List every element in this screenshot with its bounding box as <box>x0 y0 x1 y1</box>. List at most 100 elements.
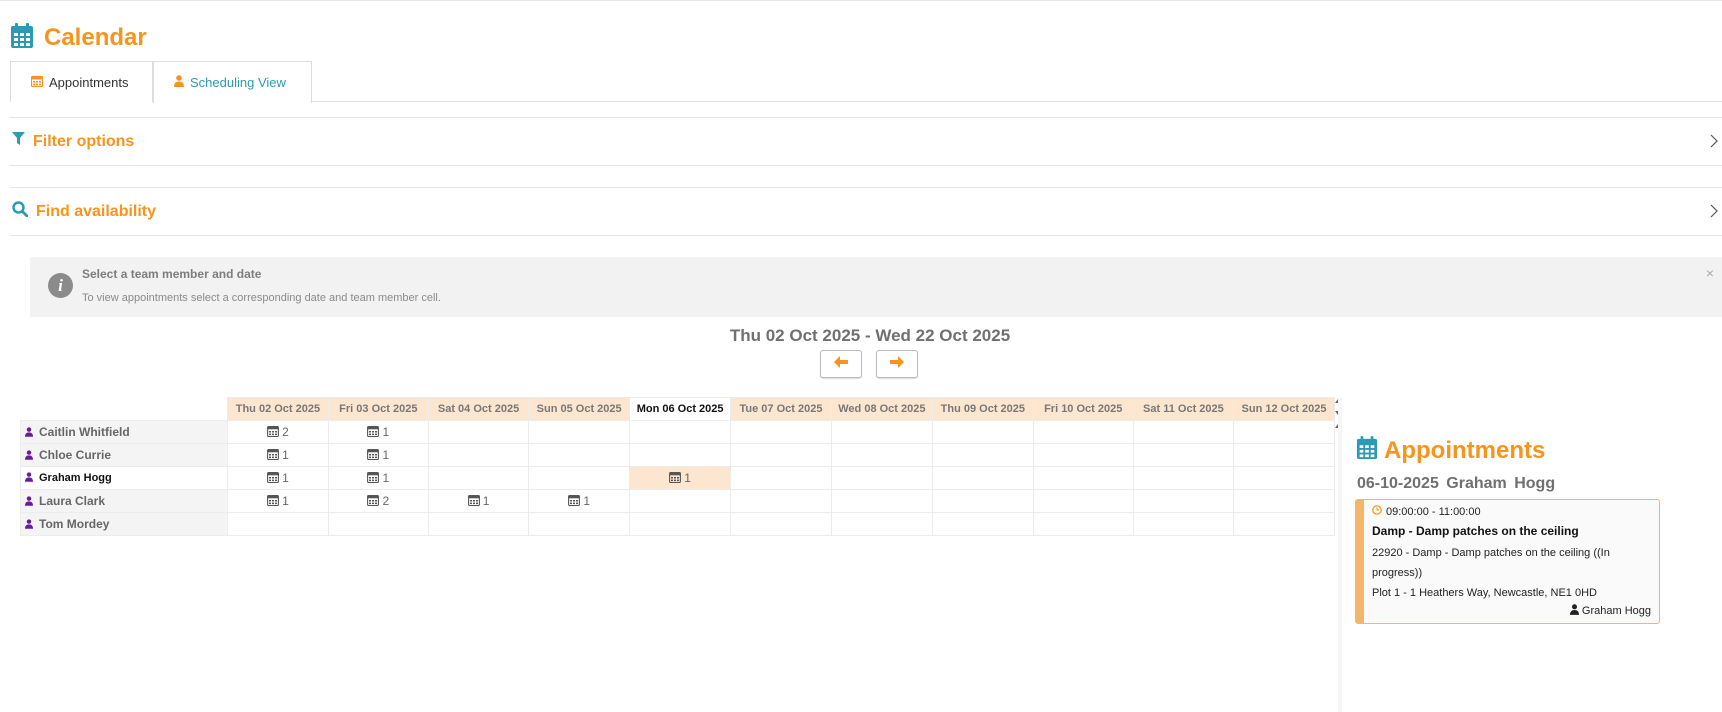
schedule-cell[interactable] <box>1032 466 1134 490</box>
schedule-cell[interactable] <box>931 466 1034 490</box>
schedule-cell[interactable] <box>1233 466 1335 490</box>
schedule-cell[interactable] <box>528 420 631 444</box>
tab-appointments[interactable]: Appointments <box>10 61 153 102</box>
schedule-cell[interactable] <box>1233 489 1335 513</box>
schedule-cell[interactable] <box>629 420 732 444</box>
schedule-cell[interactable]: 1 <box>528 489 631 513</box>
schedule-cell[interactable]: 2 <box>327 489 429 513</box>
chevron-right-icon <box>1710 134 1718 153</box>
grid-corner <box>21 398 228 421</box>
schedule-cell[interactable] <box>1233 443 1335 467</box>
schedule-cell[interactable] <box>427 512 530 536</box>
schedule-cell[interactable] <box>427 443 530 467</box>
person-icon <box>174 75 184 90</box>
schedule-cell[interactable]: 1 <box>227 443 329 467</box>
day-header: Mon 06 Oct 2025 <box>629 397 732 421</box>
schedule-cell[interactable] <box>528 512 631 536</box>
schedule-cell[interactable] <box>931 512 1034 536</box>
team-member-row: Laura Clark 1 2 1 1 <box>20 489 1335 513</box>
scheduler-grid: Thu 02 Oct 2025 Fri 03 Oct 2025 Sat 04 Oct… <box>20 397 1335 537</box>
appointment-count-value: 1 <box>282 494 289 508</box>
schedule-cell[interactable]: 1 <box>227 489 329 513</box>
appointment-count: 1 <box>568 494 590 509</box>
schedule-cell[interactable] <box>830 466 933 490</box>
schedule-cell[interactable] <box>629 512 732 536</box>
schedule-cell[interactable] <box>730 466 832 490</box>
appointment-count: 1 <box>669 471 691 486</box>
schedule-cell[interactable] <box>427 466 530 490</box>
top-border <box>0 0 1722 1</box>
team-member-name[interactable]: Caitlin Whitfield <box>20 420 229 444</box>
schedule-cell[interactable] <box>730 443 832 467</box>
day-header: Fri 03 Oct 2025 <box>327 397 429 421</box>
date-range-title: Thu 02 Oct 2025 - Wed 22 Oct 2025 <box>729 326 1011 345</box>
schedule-cell[interactable] <box>830 489 933 513</box>
schedule-cell[interactable] <box>1132 420 1235 444</box>
tab-scheduling-view[interactable]: Scheduling View <box>153 61 312 103</box>
schedule-cell[interactable] <box>830 420 933 444</box>
appointment-card[interactable]: 09:00:00 - 11:00:00 Damp - Damp patches … <box>1355 499 1660 624</box>
appointment-description: 22920 - Damp - Damp patches on the ceili… <box>1372 547 1610 579</box>
calendar-icon <box>267 471 280 486</box>
schedule-cell[interactable] <box>1233 420 1335 444</box>
day-header: Sun 05 Oct 2025 <box>528 397 631 421</box>
appointment-count-value: 1 <box>282 448 289 462</box>
schedule-cell[interactable] <box>629 443 732 467</box>
calendar-icon <box>568 494 581 509</box>
schedule-cell[interactable] <box>1032 489 1134 513</box>
schedule-cell[interactable]: 1 <box>327 466 429 490</box>
schedule-cell[interactable]: 1 <box>327 420 429 444</box>
find-availability-panel[interactable]: Find availability <box>10 187 1722 236</box>
schedule-cell[interactable] <box>1032 443 1134 467</box>
panel-divider <box>1338 398 1342 712</box>
schedule-cell[interactable] <box>528 466 631 490</box>
person-icon <box>25 471 33 485</box>
schedule-cell[interactable]: 1 <box>227 466 329 490</box>
schedule-cell[interactable]: 1 <box>327 443 429 467</box>
next-period-button[interactable] <box>876 350 918 378</box>
close-icon[interactable]: × <box>1706 265 1714 281</box>
team-member-name[interactable]: Graham Hogg <box>20 466 229 490</box>
schedule-cell[interactable] <box>227 512 329 536</box>
schedule-cell[interactable] <box>427 420 530 444</box>
schedule-cell[interactable] <box>1032 420 1134 444</box>
schedule-cell[interactable] <box>1032 512 1134 536</box>
schedule-cell[interactable] <box>931 420 1034 444</box>
schedule-cell[interactable]: 2 <box>227 420 329 444</box>
day-header: Thu 02 Oct 2025 <box>227 397 329 421</box>
filter-icon <box>12 132 25 151</box>
schedule-cell[interactable] <box>931 443 1034 467</box>
schedule-cell[interactable] <box>1132 489 1235 513</box>
schedule-cell[interactable] <box>730 489 832 513</box>
team-member-name[interactable]: Laura Clark <box>20 489 229 513</box>
appointment-owner-name: Graham Hogg <box>1581 605 1651 617</box>
info-alert: i Select a team member and date To view … <box>30 257 1722 317</box>
schedule-cell[interactable] <box>830 512 933 536</box>
schedule-cell[interactable] <box>327 512 429 536</box>
schedule-cell[interactable] <box>730 420 832 444</box>
appointment-count-value: 1 <box>684 471 691 485</box>
appointment-count-value: 2 <box>282 425 289 439</box>
schedule-cell[interactable] <box>629 489 732 513</box>
schedule-cell[interactable] <box>830 443 933 467</box>
calendar-icon <box>367 494 380 509</box>
person-icon <box>25 495 33 509</box>
appointment-count-value: 2 <box>382 494 390 508</box>
schedule-cell[interactable] <box>730 512 832 536</box>
schedule-cell[interactable] <box>1132 512 1235 536</box>
team-member-name[interactable]: Chloe Currie <box>20 443 229 467</box>
appointment-count-value: 1 <box>282 471 289 485</box>
team-member-label: Tom Mordey <box>39 516 110 531</box>
schedule-cell[interactable]: 1 <box>427 489 530 513</box>
schedule-cell[interactable] <box>1132 443 1235 467</box>
team-member-name[interactable]: Tom Mordey <box>20 512 229 536</box>
schedule-cell[interactable] <box>1132 466 1235 490</box>
schedule-cell[interactable]: 1 <box>629 466 732 490</box>
schedule-cell[interactable] <box>1233 512 1335 536</box>
team-member-label: Graham Hogg <box>39 471 112 484</box>
schedule-cell[interactable] <box>528 443 631 467</box>
day-header: Sat 04 Oct 2025 <box>427 397 530 421</box>
schedule-cell[interactable] <box>931 489 1034 513</box>
filter-options-panel[interactable]: Filter options <box>10 117 1722 166</box>
previous-period-button[interactable] <box>820 350 862 378</box>
